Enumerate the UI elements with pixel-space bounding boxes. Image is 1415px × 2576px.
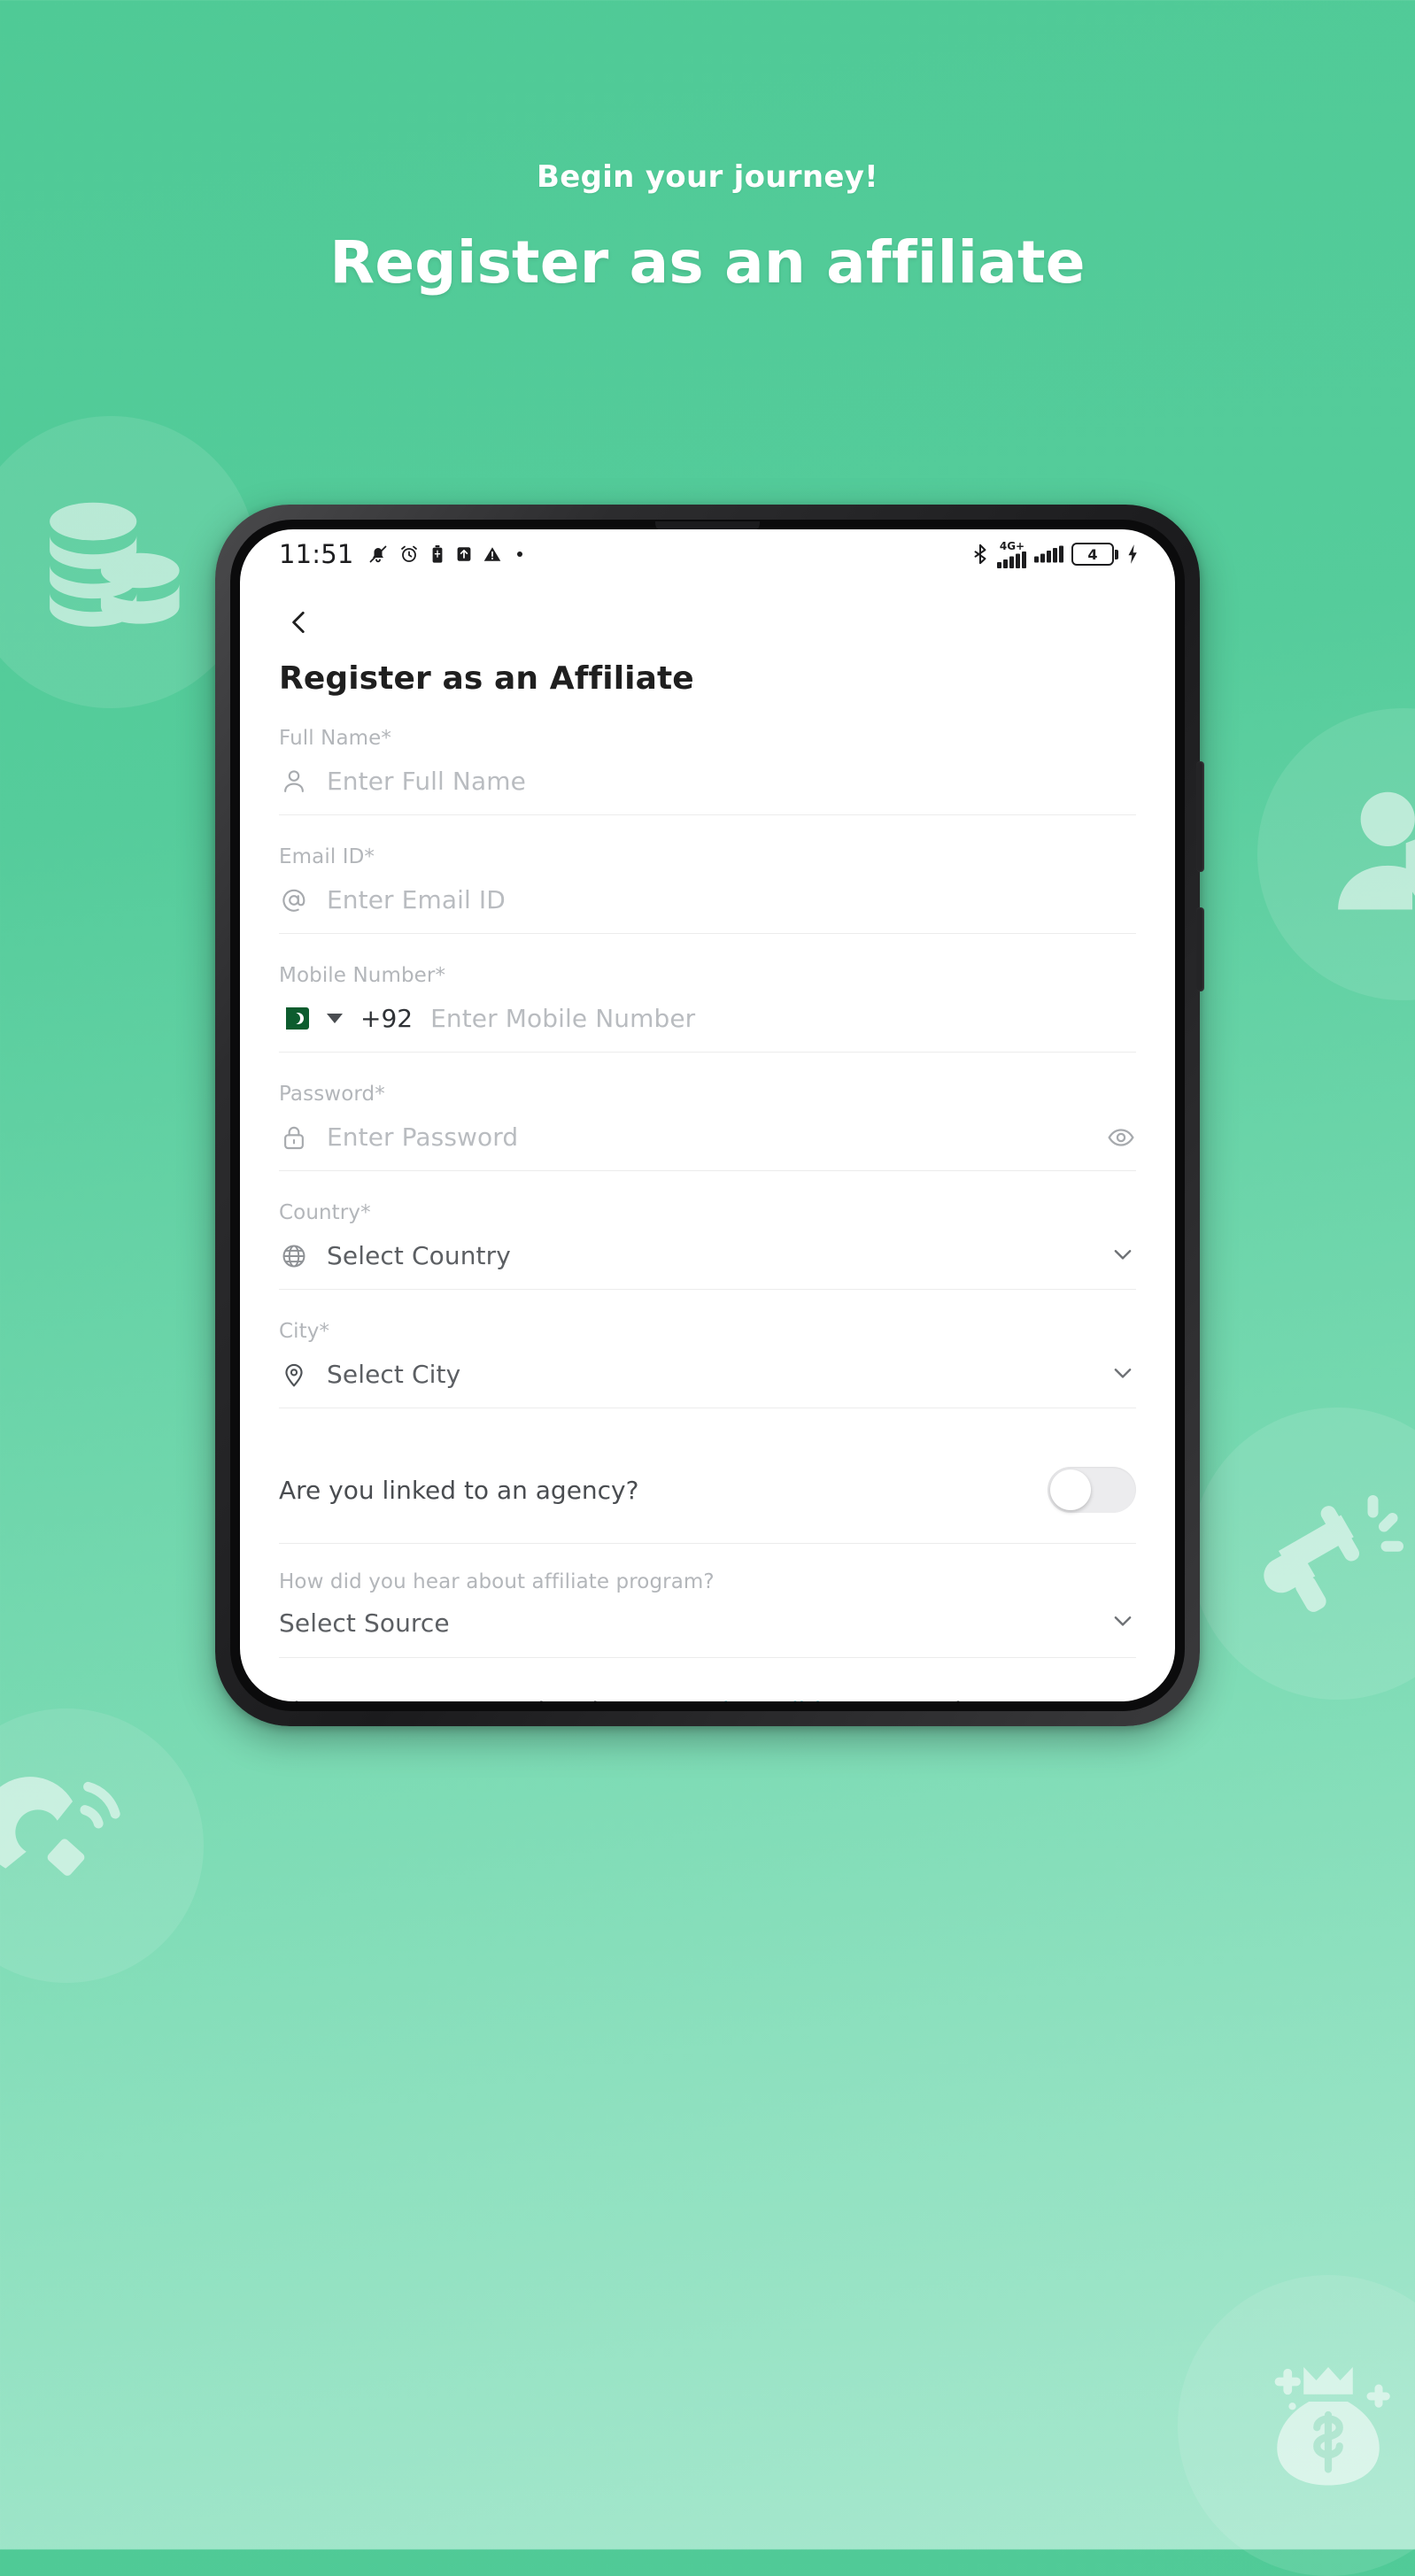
battery-level: 4 bbox=[1087, 545, 1098, 563]
email-label: Email ID* bbox=[279, 845, 375, 868]
field-password: Password* Enter Password bbox=[279, 1083, 1136, 1171]
agency-toggle[interactable] bbox=[1048, 1467, 1136, 1513]
field-city: City* Select City bbox=[279, 1320, 1136, 1408]
terms-prefix: Please accept our updated bbox=[279, 1698, 607, 1701]
status-time: 11:51 bbox=[279, 539, 354, 569]
mobile-row[interactable]: +92 Enter Mobile Number bbox=[279, 998, 1136, 1053]
money-bag-watermark bbox=[1178, 2275, 1415, 2576]
network-type-label: 4G+ bbox=[999, 539, 1025, 552]
hero-title: Register as an affiliate bbox=[329, 228, 1086, 297]
back-button[interactable] bbox=[279, 602, 320, 643]
verified-user-watermark bbox=[1257, 708, 1415, 1000]
field-full-name: Full Name* Enter Full Name bbox=[279, 727, 1136, 815]
at-sign-icon bbox=[279, 885, 309, 915]
password-row[interactable]: Enter Password bbox=[279, 1116, 1136, 1171]
upload-arrow-icon bbox=[457, 547, 470, 561]
terms-suffix: to continue. bbox=[863, 1698, 1015, 1701]
person-icon bbox=[279, 767, 309, 797]
status-bar-left: 11:51 bbox=[279, 539, 522, 569]
country-label: Country* bbox=[279, 1201, 371, 1224]
page-title: Register as an Affiliate bbox=[279, 660, 694, 697]
field-mobile: Mobile Number* +92 Enter Mobile Number bbox=[279, 964, 1136, 1053]
hero-section: Begin your journey! Register as an affil… bbox=[0, 159, 1415, 297]
city-row[interactable]: Select City bbox=[279, 1354, 1136, 1408]
warning-icon bbox=[483, 547, 500, 561]
field-email: Email ID* Enter Email ID bbox=[279, 845, 1136, 934]
signal-bars-2-icon bbox=[1034, 545, 1063, 563]
full-name-label: Full Name* bbox=[279, 727, 391, 750]
country-select[interactable]: Select Country bbox=[327, 1241, 511, 1270]
hero-subtitle: Begin your journey! bbox=[537, 159, 878, 195]
email-input[interactable]: Enter Email ID bbox=[327, 885, 506, 914]
agency-toggle-row[interactable]: Are you linked to an agency? bbox=[279, 1438, 1136, 1544]
eye-icon[interactable] bbox=[1106, 1122, 1136, 1153]
magnet-watermark bbox=[0, 1708, 204, 1983]
password-input[interactable]: Enter Password bbox=[327, 1122, 518, 1152]
megaphone-watermark bbox=[1191, 1408, 1415, 1700]
field-country: Country* Select Country bbox=[279, 1201, 1136, 1290]
bluetooth-icon bbox=[974, 544, 986, 565]
source-select[interactable]: Select Source bbox=[279, 1608, 450, 1638]
full-name-row[interactable]: Enter Full Name bbox=[279, 760, 1136, 815]
terms-link[interactable]: Terms and Conditions bbox=[607, 1698, 863, 1701]
charging-bolt-icon bbox=[1128, 544, 1137, 564]
field-source: How did you hear about affiliate program… bbox=[279, 1544, 1136, 1658]
country-row[interactable]: Select Country bbox=[279, 1235, 1136, 1290]
alarm-icon bbox=[400, 545, 417, 562]
registration-form: Full Name* Enter Full Name Email ID* Ent… bbox=[240, 727, 1175, 1701]
battery-saver-icon bbox=[432, 545, 442, 563]
caret-down-icon[interactable] bbox=[327, 1014, 343, 1023]
status-bar-right: 4G+ 4 bbox=[970, 541, 1140, 568]
lock-icon bbox=[279, 1122, 309, 1153]
city-label: City* bbox=[279, 1320, 330, 1343]
app-bar bbox=[240, 579, 1175, 646]
dot-icon bbox=[516, 551, 522, 557]
mute-bell-icon bbox=[369, 545, 386, 563]
full-name-input[interactable]: Enter Full Name bbox=[327, 767, 526, 796]
volume-button[interactable] bbox=[1196, 907, 1204, 991]
phone-screen: 11:51 4G+ 4 Register as an Affiliate Ful… bbox=[240, 529, 1175, 1701]
source-row[interactable]: Select Source bbox=[279, 1604, 1136, 1658]
mobile-input[interactable]: Enter Mobile Number bbox=[430, 1004, 695, 1033]
mobile-label: Mobile Number* bbox=[279, 964, 446, 987]
terms-text: Please accept our updated Terms and Cond… bbox=[279, 1658, 1136, 1701]
dial-code: +92 bbox=[360, 1004, 414, 1033]
toggle-knob bbox=[1050, 1469, 1091, 1510]
agency-label: Are you linked to an agency? bbox=[279, 1475, 639, 1505]
status-bar: 11:51 4G+ 4 bbox=[240, 529, 1175, 579]
phone-mockup: 11:51 4G+ 4 Register as an Affiliate Ful… bbox=[215, 505, 1204, 1726]
battery-icon: 4 bbox=[1071, 543, 1118, 566]
location-pin-icon bbox=[279, 1360, 309, 1390]
email-row[interactable]: Enter Email ID bbox=[279, 879, 1136, 934]
power-button[interactable] bbox=[1196, 761, 1204, 872]
chevron-down-icon[interactable] bbox=[1110, 1360, 1136, 1390]
password-label: Password* bbox=[279, 1083, 385, 1106]
source-label: How did you hear about affiliate program… bbox=[279, 1570, 715, 1593]
city-select[interactable]: Select City bbox=[327, 1360, 460, 1389]
chevron-down-icon[interactable] bbox=[1110, 1608, 1136, 1638]
app-content: Register as an Affiliate Full Name* Ente… bbox=[240, 579, 1175, 1701]
chevron-left-icon bbox=[292, 611, 305, 634]
chevron-down-icon[interactable] bbox=[1110, 1241, 1136, 1271]
globe-icon bbox=[279, 1241, 309, 1271]
pakistan-flag-icon[interactable] bbox=[279, 1007, 309, 1030]
signal-bars-icon bbox=[997, 551, 1026, 568]
